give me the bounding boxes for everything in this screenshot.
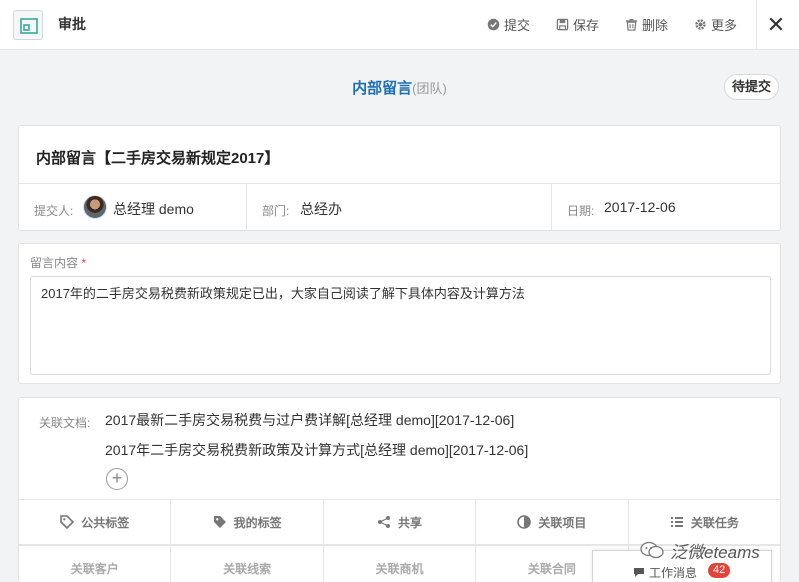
- divider: [246, 184, 247, 231]
- submitter-name[interactable]: 总经理 demo: [113, 199, 194, 219]
- work-message-label: 工作消息: [649, 566, 698, 580]
- tab-related-leads[interactable]: 关联线索: [171, 546, 324, 582]
- tab-label: 关联客户: [70, 562, 119, 576]
- save-icon: [556, 18, 569, 30]
- message-field-label: 留言内容 *: [30, 254, 86, 271]
- delete-label: 删除: [642, 17, 669, 33]
- close-icon[interactable]: ✕: [766, 14, 786, 36]
- tag-icon: [60, 515, 75, 529]
- related-doc-link[interactable]: 2017年二手房交易税费新政策及计算方式[总经理 demo][2017-12-0…: [105, 440, 528, 460]
- record-title: 内部留言【二手房交易新规定2017】: [36, 150, 280, 167]
- tab-related-projects[interactable]: 关联项目: [476, 500, 629, 544]
- tab-label: 共享: [398, 515, 423, 530]
- tab-label: 关联商机: [375, 562, 424, 576]
- app-icon: [13, 10, 43, 40]
- tab-label: 关联线索: [223, 562, 272, 576]
- gear-icon: [695, 18, 706, 30]
- message-card: 留言内容 * 2017年的二手房交易税费新政策规定已出，大家自己阅读了解下具体内…: [18, 243, 781, 384]
- delete-button[interactable]: 删除: [625, 14, 668, 34]
- tab-label: 关联合同: [527, 562, 576, 576]
- tab-label: 公共标签: [81, 515, 130, 530]
- save-label: 保存: [573, 17, 600, 33]
- add-related-button[interactable]: +: [106, 468, 128, 490]
- date-value: 2017-12-06: [604, 199, 676, 215]
- approval-icon: [20, 18, 38, 34]
- submitter-label: 提交人:: [34, 204, 74, 218]
- app-title: 审批: [58, 16, 86, 32]
- wechat-logo-icon: [640, 541, 664, 559]
- save-button[interactable]: 保存: [556, 14, 599, 34]
- tab-label: 关联任务: [690, 515, 739, 530]
- tag-filled-icon: [213, 516, 226, 528]
- message-textarea[interactable]: 2017年的二手房交易税费新政策规定已出，大家自己阅读了解下具体内容及计算方法: [30, 276, 771, 375]
- required-mark: *: [81, 256, 87, 270]
- submit-button[interactable]: 提交: [487, 14, 530, 34]
- message-label-text: 留言内容: [30, 256, 79, 270]
- divider: [19, 183, 780, 184]
- tab-share[interactable]: 共享: [324, 500, 477, 544]
- tab-my-tags[interactable]: 我的标签: [171, 500, 324, 544]
- share-icon: [378, 516, 390, 528]
- top-bar: 审批 提交 保存 删除 更多 ✕: [0, 0, 799, 50]
- date-label: 日期:: [567, 204, 595, 218]
- watermark-text: 泛微eteams: [670, 542, 760, 562]
- unread-count-badge: 42: [708, 563, 731, 578]
- related-doc-link[interactable]: 2017最新二手房交易税费与过户费详解[总经理 demo][2017-12-06…: [105, 410, 514, 430]
- submit-label: 提交: [504, 17, 531, 33]
- tab-label: 我的标签: [233, 515, 282, 530]
- check-circle-icon: [487, 18, 500, 30]
- page-title: 内部留言(团队): [0, 77, 799, 98]
- more-button[interactable]: 更多: [694, 14, 737, 34]
- more-label: 更多: [711, 17, 738, 33]
- related-docs-label: 关联文档:: [39, 416, 91, 430]
- department-label: 部门:: [262, 204, 290, 218]
- chat-bubble-icon: [634, 568, 644, 577]
- watermark: 泛微eteams: [640, 538, 760, 562]
- form-title: 内部留言: [352, 80, 413, 97]
- tab-label: 关联项目: [538, 515, 587, 530]
- status-badge: 待提交: [724, 74, 779, 100]
- list-icon: [670, 517, 683, 527]
- work-message-label-wrap: 工作消息: [633, 564, 697, 581]
- department-value: 总经办: [300, 201, 342, 217]
- record-summary-card: 内部留言【二手房交易新规定2017】 提交人: 总经理 demo 部门: 总经办…: [18, 125, 781, 231]
- tab-related-customers[interactable]: 关联客户: [19, 546, 172, 582]
- divider: [551, 184, 552, 231]
- toolbar-divider: [756, 0, 757, 50]
- avatar: [83, 195, 107, 219]
- tab-public-tags[interactable]: 公共标签: [19, 500, 172, 544]
- form-subtitle: (团队): [412, 81, 447, 96]
- tab-related-opportunities[interactable]: 关联商机: [324, 546, 477, 582]
- trash-icon: [625, 18, 638, 31]
- pie-icon: [517, 515, 532, 529]
